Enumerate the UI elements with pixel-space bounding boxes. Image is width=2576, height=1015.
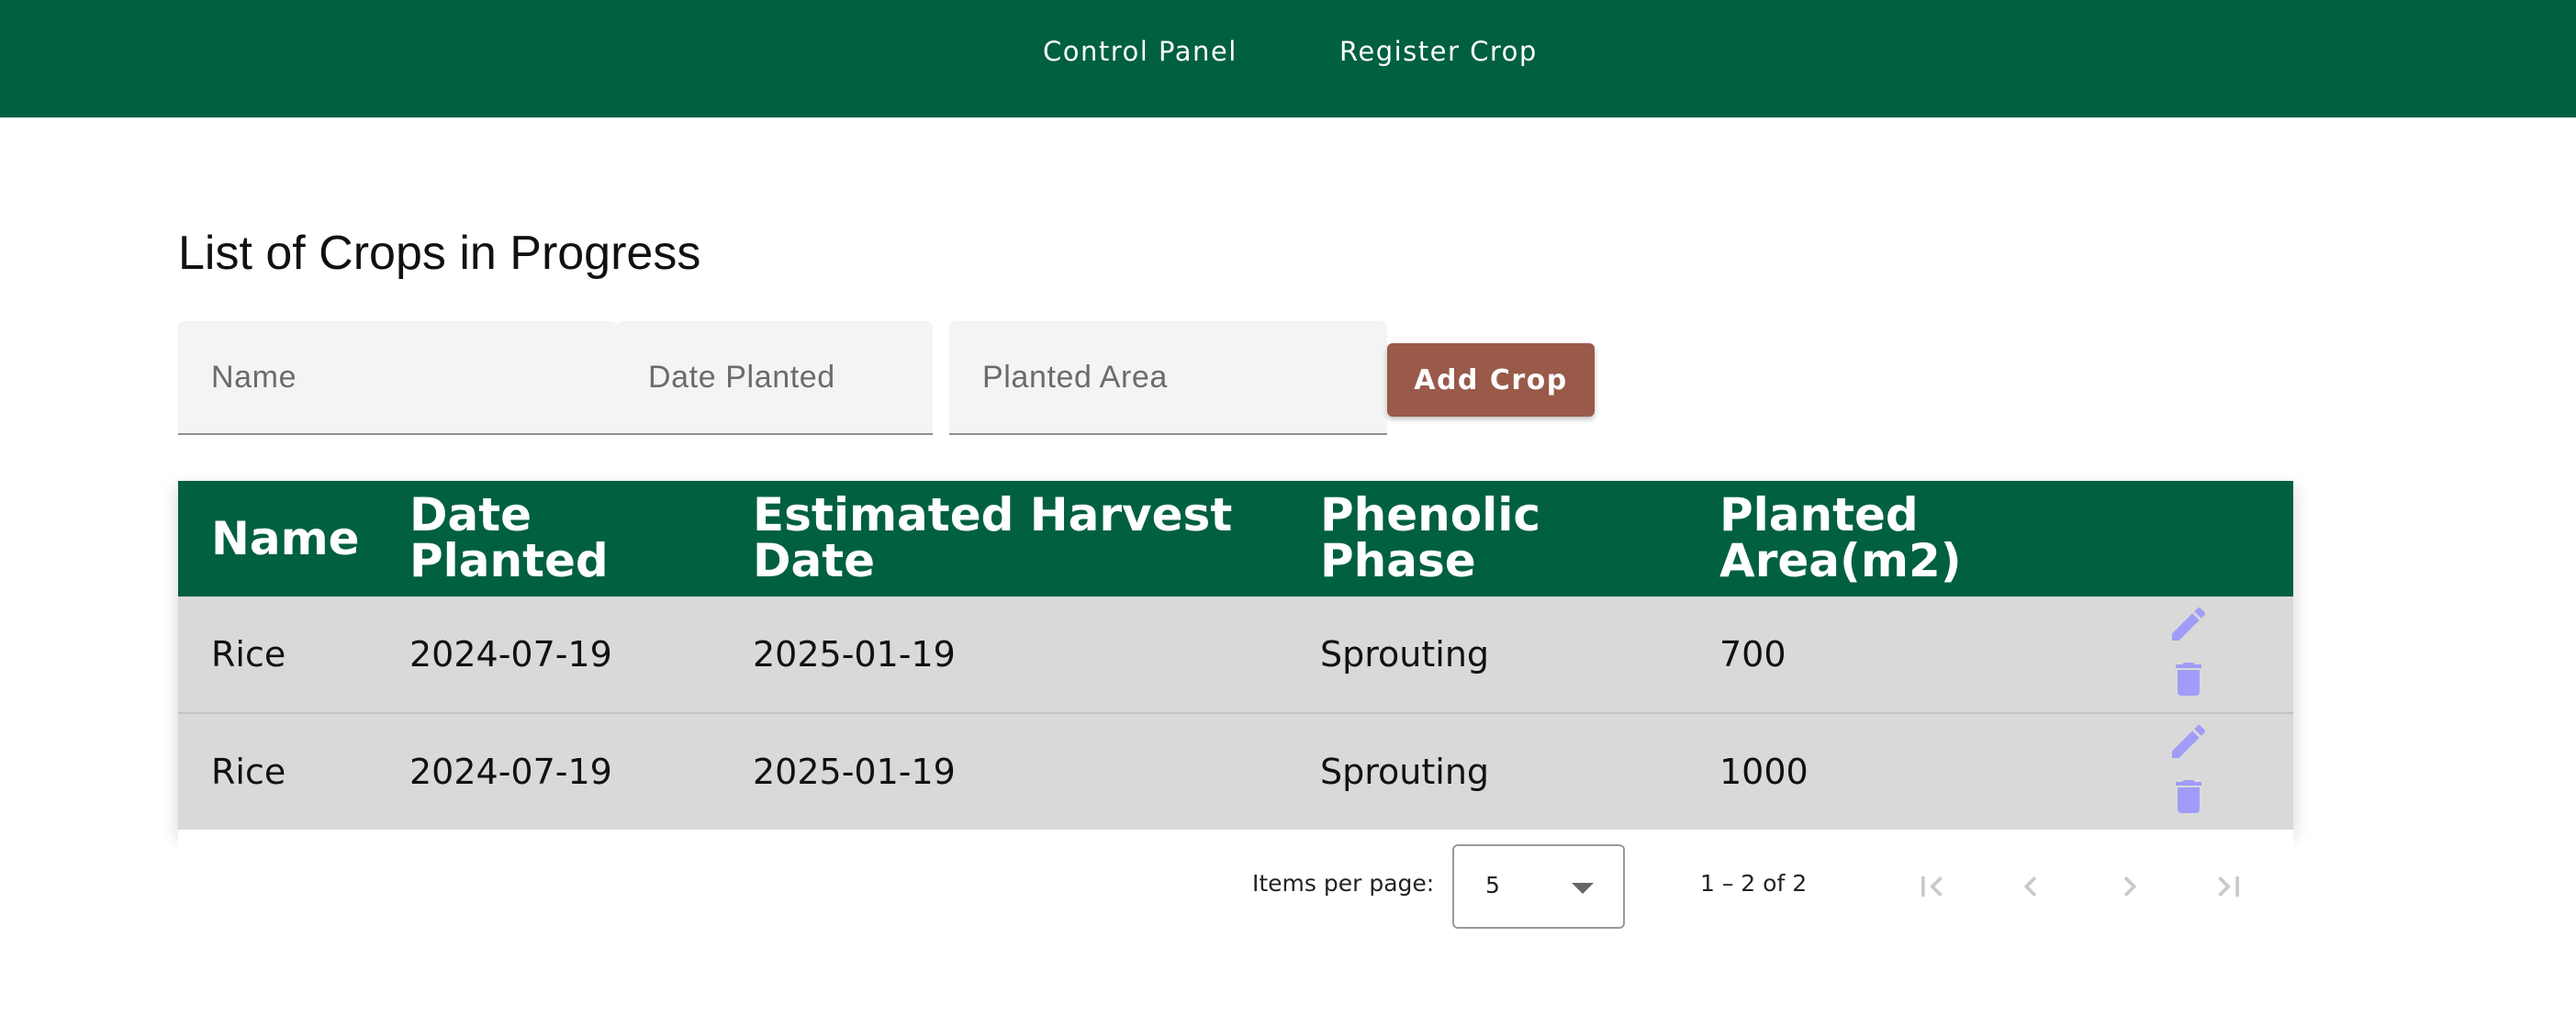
cell-phenolic-phase: Sprouting: [1320, 634, 1490, 675]
table-row: Rice 2024-07-19 2025-01-19 Sprouting 700: [178, 597, 2293, 714]
header-phenolic-phase: Phenolic Phase: [1320, 488, 1541, 587]
date-planted-input[interactable]: [617, 321, 933, 433]
header-name: Name: [211, 512, 360, 565]
crops-table: Name Date Planted Estimated Harvest Date…: [178, 481, 2293, 833]
cell-estimated-harvest: 2025-01-19: [753, 752, 956, 792]
cell-planted-area: 700: [1719, 634, 1786, 675]
table-header: Name Date Planted Estimated Harvest Date…: [178, 481, 2293, 597]
page-title: List of Crops in Progress: [178, 227, 701, 280]
date-planted-field: [617, 321, 933, 435]
previous-page-button[interactable]: [2005, 861, 2056, 912]
table-row: Rice 2024-07-19 2025-01-19 Sprouting 100…: [178, 714, 2293, 831]
page-range-label: 1 – 2 of 2: [1700, 870, 1808, 897]
cell-name: Rice: [211, 634, 286, 675]
cell-name: Rice: [211, 752, 286, 792]
name-field: [178, 321, 617, 435]
edit-row-button[interactable]: [2161, 598, 2216, 650]
chevron-left-icon: [2023, 876, 2037, 897]
dropdown-arrow-icon: [1572, 883, 1594, 894]
last-page-icon: [2218, 876, 2239, 897]
planted-area-input[interactable]: [949, 321, 1387, 433]
edit-row-button[interactable]: [2161, 716, 2216, 767]
name-input[interactable]: [178, 321, 617, 433]
cell-phenolic-phase: Sprouting: [1320, 752, 1490, 792]
pencil-icon: [2172, 724, 2206, 758]
next-page-button[interactable]: [2104, 861, 2156, 912]
header-date-planted: Date Planted: [409, 488, 609, 587]
cell-date-planted: 2024-07-19: [409, 634, 612, 675]
items-per-page-label: Items per page:: [1252, 870, 1435, 897]
add-crop-button[interactable]: Add Crop: [1387, 343, 1595, 417]
trash-icon: [2176, 780, 2201, 813]
last-page-button[interactable]: [2203, 861, 2255, 912]
nav-register-crop[interactable]: Register Crop: [1339, 33, 1538, 70]
first-page-button[interactable]: [1906, 861, 1957, 912]
cell-estimated-harvest: 2025-01-19: [753, 634, 956, 675]
header-planted-area: Planted Area(m2): [1719, 488, 1962, 587]
pencil-icon: [2172, 607, 2206, 641]
nav-control-panel[interactable]: Control Panel: [1043, 33, 1238, 70]
cell-planted-area: 1000: [1719, 752, 1809, 792]
first-page-icon: [1921, 876, 1943, 897]
delete-row-button[interactable]: [2161, 771, 2216, 822]
table-paginator: Items per page: 5 1 – 2 of 2: [178, 830, 2293, 943]
planted-area-field: [949, 321, 1387, 435]
chevron-right-icon: [2123, 876, 2137, 897]
delete-row-button[interactable]: [2161, 653, 2216, 705]
top-nav-bar: Control Panel Register Crop: [0, 0, 2576, 117]
trash-icon: [2176, 663, 2201, 696]
header-estimated-harvest: Estimated Harvest Date: [753, 488, 1233, 587]
cell-date-planted: 2024-07-19: [409, 752, 612, 792]
page-size-select[interactable]: 5: [1452, 844, 1625, 929]
page-size-value: 5: [1485, 872, 1500, 898]
